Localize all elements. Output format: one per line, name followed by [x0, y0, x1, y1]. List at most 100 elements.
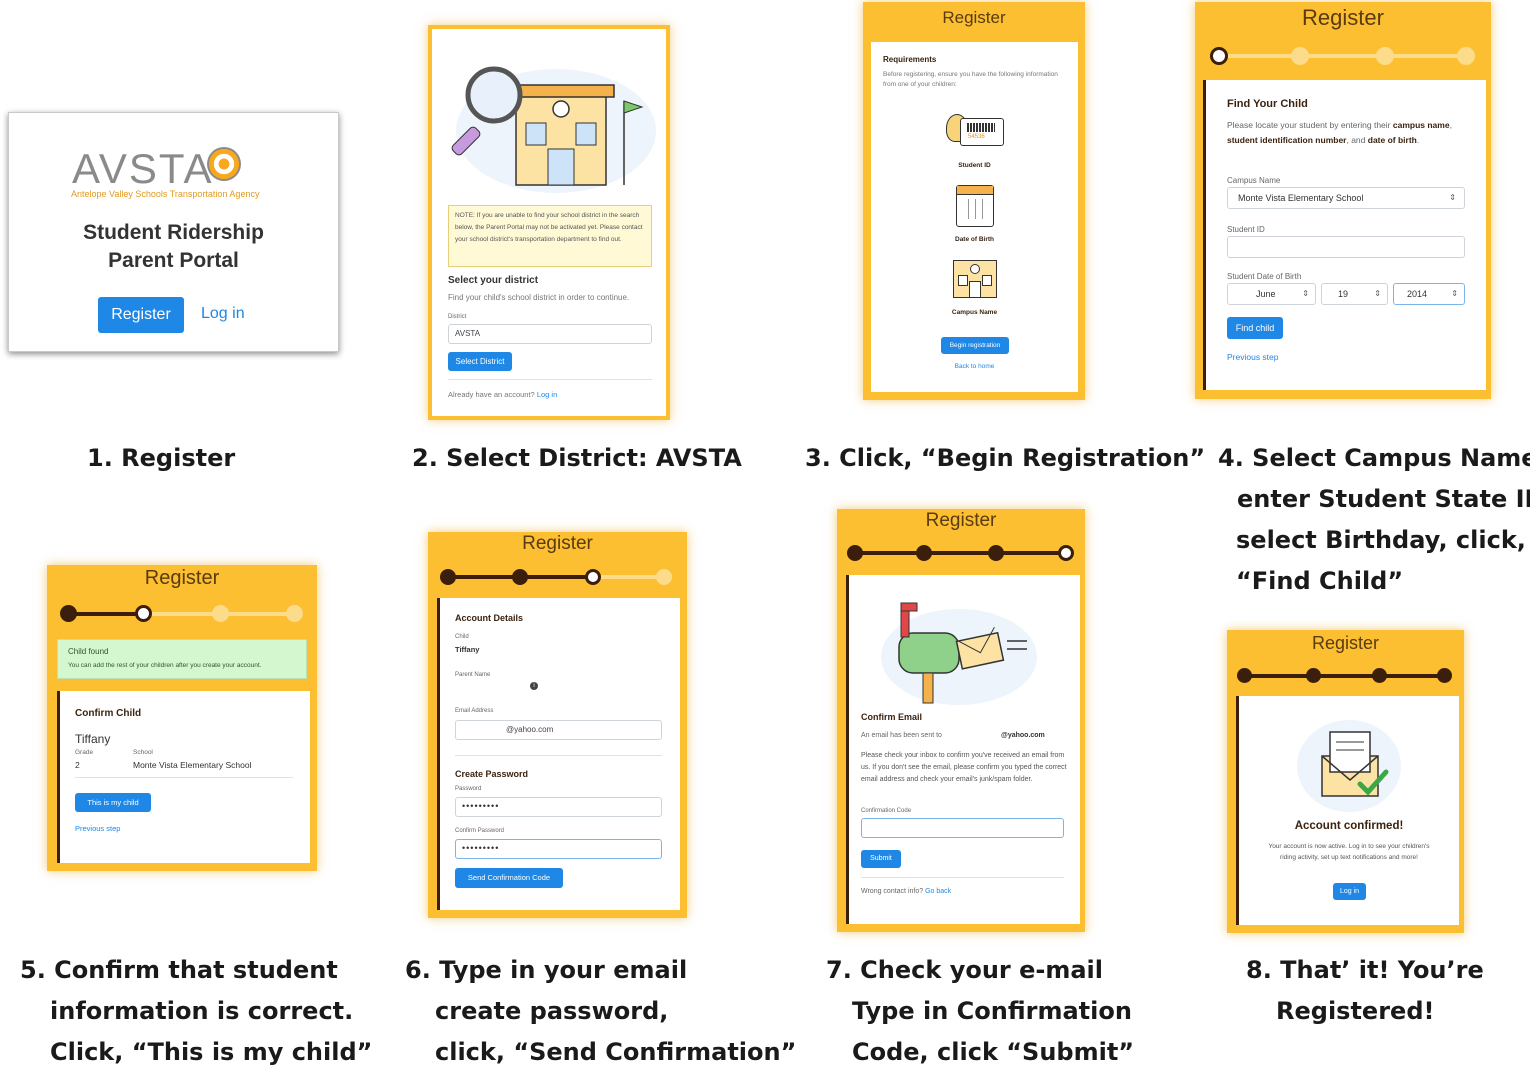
confirm-child-heading: Confirm Child: [75, 708, 142, 719]
student-id-icon: 54536: [946, 114, 1004, 150]
req-student-id: Student ID: [958, 162, 991, 169]
alert-text: You can add the rest of your children af…: [68, 662, 262, 669]
email-input[interactable]: @yahoo.com: [455, 720, 662, 740]
confirm-password-label: Confirm Password: [455, 828, 505, 834]
caption-step1: 1. Register: [87, 444, 236, 472]
id-card-number: 54536: [968, 134, 985, 140]
register-title: Register: [144, 567, 220, 589]
login-link[interactable]: Log in: [537, 390, 557, 399]
student-id-label: Student ID: [1227, 225, 1265, 234]
back-to-home-link[interactable]: Back to home: [871, 363, 1078, 370]
logo-text: AVSTA: [72, 145, 214, 192]
child-label: Child: [455, 634, 469, 640]
panel-step4-find-child: Register Find Your Child Please locate y…: [1195, 2, 1491, 399]
password-input-value: •••••••••: [462, 801, 500, 811]
panel-step8-account-confirmed: Register Account confirmed! Your account…: [1227, 630, 1464, 933]
requirements-intro: Before registering, ensure you have the …: [883, 71, 1058, 88]
dob-day-value: 19: [1338, 289, 1349, 299]
dob-year-select[interactable]: 2014 ⇕: [1393, 283, 1465, 305]
district-input[interactable]: AVSTA: [448, 324, 652, 344]
school-label: School: [133, 749, 153, 756]
go-back-link[interactable]: Go back: [925, 888, 951, 895]
caption-step7: 7. Check your e-mail Type in Confirmatio…: [826, 956, 1135, 1066]
dob-month-select[interactable]: June ⇕: [1227, 283, 1316, 305]
campus-label: Campus Name: [1227, 176, 1281, 185]
progress-step-done: [512, 569, 528, 585]
progress-step-done: [988, 545, 1004, 561]
confirmation-code-label: Confirmation Code: [861, 808, 912, 814]
info-icon[interactable]: i: [530, 682, 538, 690]
this-is-my-child-button[interactable]: This is my child: [75, 793, 151, 812]
envelope-check-icon: [1297, 720, 1401, 812]
register-title: Register: [925, 510, 997, 531]
begin-registration-button[interactable]: Begin registration: [941, 337, 1009, 354]
panel-step5-confirm-child: Register Child found You can add the res…: [47, 565, 317, 871]
panel-step2-select-district: NOTE: If you are unable to find your sch…: [428, 25, 670, 420]
dob-year-value: 2014: [1407, 289, 1428, 299]
dob-label: Student Date of Birth: [1227, 272, 1302, 281]
progress-step-current: [1058, 545, 1074, 561]
previous-step-link[interactable]: Previous step: [75, 824, 120, 833]
password-input[interactable]: •••••••••: [455, 797, 662, 817]
progress-step: [656, 569, 672, 585]
mailbox-icon: [881, 602, 1037, 705]
account-prompt: Already have an account?: [448, 390, 535, 399]
account-confirmed-heading: Account confirmed!: [1294, 820, 1404, 832]
login-button[interactable]: Log in: [1333, 883, 1366, 900]
progress-fill: [855, 551, 1065, 555]
parent-name-label: Parent Name: [455, 672, 491, 678]
find-child-card: Find Your Child Please locate your stude…: [1203, 80, 1486, 390]
find-child-heading: Find Your Child: [1227, 98, 1308, 110]
child-value: Tiffany: [455, 645, 480, 654]
account-confirmed-card: Account confirmed! Your account is now a…: [1236, 696, 1459, 925]
panel-step7-confirm-email: Register Confirm Email An email has been…: [837, 509, 1085, 932]
portal-title-line1: Student Ridership: [83, 221, 264, 244]
district-input-value: AVSTA: [455, 329, 481, 338]
progress-step: [1376, 47, 1394, 65]
panel-step1-portal-home: AVSTA Antelope Valley Schools Transporta…: [8, 112, 339, 352]
register-button[interactable]: Register: [98, 297, 184, 333]
student-id-input[interactable]: [1227, 236, 1465, 258]
progress-step-done: [916, 545, 932, 561]
req-campus: Campus Name: [951, 309, 998, 316]
progress-step: [1291, 47, 1309, 65]
progress-step-current: [585, 569, 601, 585]
child-found-alert: Child found You can add the rest of your…: [57, 639, 307, 679]
requirements-heading: Requirements: [883, 55, 937, 64]
find-child-button[interactable]: Find child: [1227, 317, 1283, 339]
progress-step-done: [1237, 668, 1252, 683]
previous-step-link[interactable]: Previous step: [1227, 352, 1279, 362]
confirm-email-body: Please check your inbox to confirm you'v…: [861, 752, 1067, 783]
campus-select-value: Monte Vista Elementary School: [1238, 193, 1364, 203]
req-dob: Date of Birth: [955, 236, 994, 243]
account-details-card: Account Details Child Tiffany Parent Nam…: [437, 598, 680, 910]
account-details-heading: Account Details: [455, 613, 524, 623]
submit-button[interactable]: Submit: [861, 850, 901, 868]
register-title: Register: [942, 8, 1006, 27]
confirm-password-input[interactable]: •••••••••: [455, 839, 662, 859]
campus-select[interactable]: Monte Vista Elementary School ⇕: [1227, 187, 1465, 209]
dob-month-value: June: [1256, 289, 1276, 299]
wrong-contact-text: Wrong contact info?: [861, 888, 924, 895]
confirmation-code-input[interactable]: [861, 818, 1064, 838]
calendar-icon: [956, 185, 994, 227]
dob-day-select[interactable]: 19 ⇕: [1321, 283, 1388, 305]
send-confirmation-code-button[interactable]: Send Confirmation Code: [455, 868, 563, 888]
progress-step-done: [1437, 668, 1452, 683]
caption-step6: 6. Type in your email create password, c…: [405, 956, 797, 1066]
confirm-child-card: Confirm Child Tiffany Grade 2 School Mon…: [57, 691, 310, 863]
progress-step: [1457, 47, 1475, 65]
school-value: Monte Vista Elementary School: [133, 760, 252, 770]
divider: [861, 877, 1064, 878]
portal-title-line2: Parent Portal: [108, 249, 239, 272]
caption-step3: 3. Click, “Begin Registration”: [805, 444, 1206, 472]
panel-step3-requirements: Register Requirements Before registering…: [863, 2, 1085, 400]
district-note-box: NOTE: If you are unable to find your sch…: [448, 205, 652, 267]
divider: [455, 755, 662, 756]
select-district-button[interactable]: Select District: [448, 352, 512, 371]
progress-step-done: [847, 545, 863, 561]
find-child-intro: Please locate your student by entering t…: [1227, 120, 1452, 145]
confirm-email-card: Confirm Email An email has been sent to …: [846, 575, 1080, 924]
login-link[interactable]: Log in: [201, 305, 245, 323]
progress-step-done: [1306, 668, 1321, 683]
